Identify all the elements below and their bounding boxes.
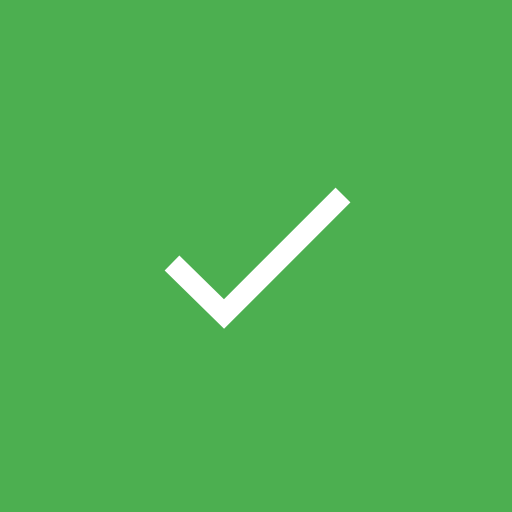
check-icon bbox=[164, 187, 351, 329]
check-mark-stroke bbox=[164, 187, 351, 329]
success-tile bbox=[0, 0, 512, 512]
